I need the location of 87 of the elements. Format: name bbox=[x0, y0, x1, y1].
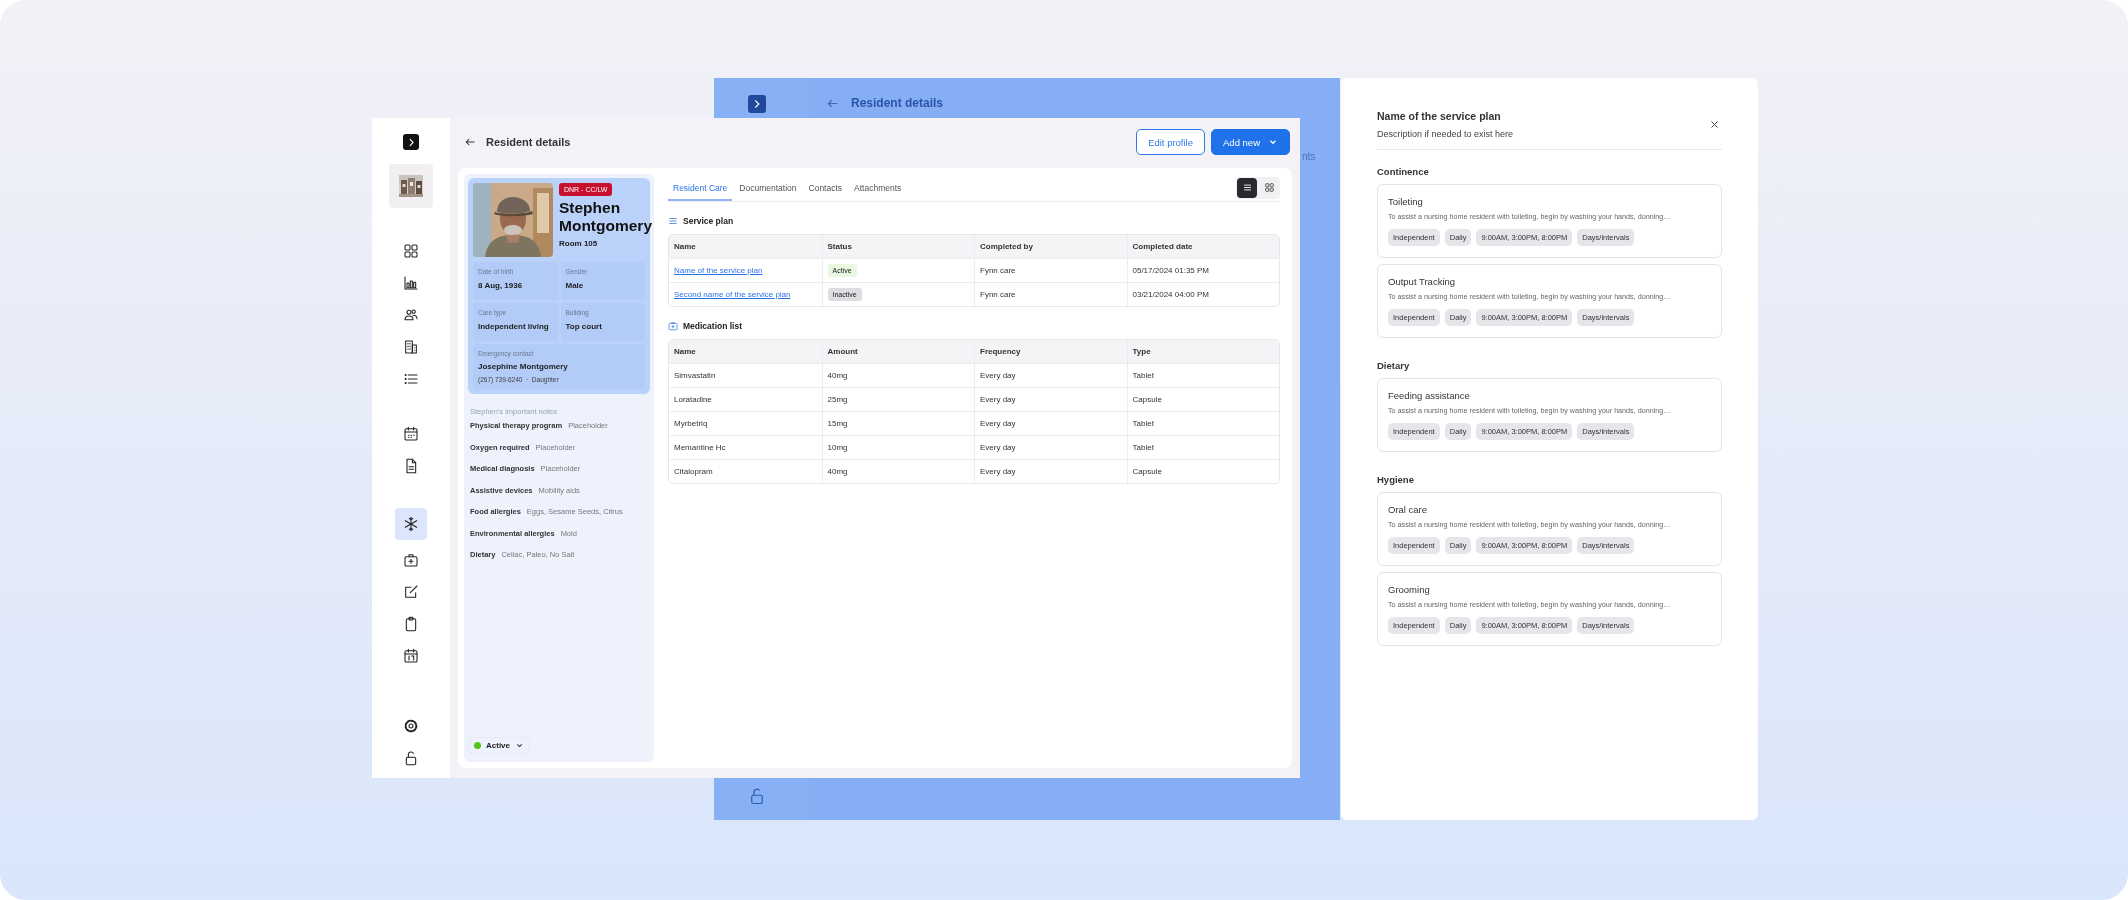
field-value: 8 Aug, 1936 bbox=[478, 281, 524, 290]
clipboard-icon bbox=[403, 615, 419, 632]
section-title: Dietary bbox=[1377, 360, 1411, 371]
caret-icon bbox=[515, 741, 524, 750]
panel-title: Name of the service plan bbox=[1377, 110, 1502, 122]
list-icon bbox=[668, 216, 678, 226]
table-cell: Tablet bbox=[1126, 364, 1279, 387]
document-icon bbox=[403, 457, 419, 474]
panel-description: Description if needed to exist here bbox=[1377, 129, 1514, 139]
service-plan-link[interactable]: Name of the service plan bbox=[674, 266, 763, 275]
close-icon bbox=[1710, 120, 1719, 129]
table-cell-text: Memantine Hc bbox=[673, 442, 727, 454]
column-header: Frequency bbox=[974, 340, 1127, 363]
column-header: Amount bbox=[821, 340, 974, 363]
medkit-icon bbox=[668, 321, 678, 331]
table-cell-text: Loratadine bbox=[673, 394, 713, 406]
table-cell: Every day bbox=[974, 364, 1127, 387]
column-header: Name bbox=[673, 241, 697, 253]
tab[interactable]: Contacts bbox=[803, 174, 848, 201]
field-value: Top court bbox=[565, 322, 603, 331]
column-header: Completed by bbox=[974, 235, 1127, 258]
column-header: Status bbox=[821, 235, 974, 258]
table-cell-text: Citalopram bbox=[673, 466, 714, 478]
table-cell: 15mg bbox=[821, 412, 974, 435]
section-title: Hygiene bbox=[1377, 474, 1415, 485]
table-cell: Every day bbox=[974, 436, 1127, 459]
table-cell-text: Myrbetriq bbox=[673, 418, 709, 430]
table-cell: Fynn care bbox=[974, 283, 1127, 306]
table-cell: 40mg bbox=[821, 460, 974, 483]
back-arrow-icon[interactable] bbox=[464, 136, 476, 148]
field-value: Male bbox=[565, 281, 585, 290]
page-title: Resident details bbox=[486, 136, 571, 148]
tab[interactable]: Attachments bbox=[849, 174, 907, 201]
table-cell: Fynn care bbox=[974, 259, 1127, 282]
grid-icon bbox=[403, 242, 419, 259]
facility-thumbnail[interactable] bbox=[389, 164, 433, 208]
task-title: Oral care bbox=[1388, 504, 1429, 515]
table-cell: Every day bbox=[974, 412, 1127, 435]
unlock-icon[interactable] bbox=[748, 786, 766, 806]
section-title: Medication list bbox=[683, 321, 743, 331]
section-title: Service plan bbox=[683, 216, 734, 226]
column-header: Type bbox=[1126, 340, 1279, 363]
medkit-icon bbox=[403, 551, 419, 568]
calendar-icon bbox=[403, 425, 419, 442]
unlock-icon bbox=[403, 749, 419, 766]
snowflake-icon bbox=[403, 516, 419, 532]
table-cell: 40mg bbox=[821, 364, 974, 387]
tab[interactable]: Resident Care bbox=[668, 174, 733, 201]
table-cell: Capsule bbox=[1126, 460, 1279, 483]
building-icon bbox=[403, 338, 419, 355]
column-header: Completed date bbox=[1126, 235, 1279, 258]
expand-icon[interactable] bbox=[403, 134, 419, 150]
section-title: Continence bbox=[1377, 166, 1430, 177]
contact-name: Josephine Montgomery bbox=[478, 362, 569, 371]
people-icon bbox=[403, 306, 419, 323]
field-value: Independent living bbox=[478, 322, 550, 331]
status-dropdown[interactable]: Active bbox=[468, 737, 530, 754]
add-new-button[interactable]: Add new bbox=[1211, 129, 1290, 155]
room-number: Room 105 bbox=[559, 238, 598, 248]
task-title: Grooming bbox=[1388, 584, 1431, 595]
edit-icon bbox=[403, 583, 419, 600]
column-header: Name bbox=[673, 346, 697, 358]
list-icon bbox=[1241, 182, 1253, 193]
task-title: Toileting bbox=[1388, 196, 1424, 207]
tab-label: nts bbox=[1302, 151, 1316, 162]
table-cell: Every day bbox=[974, 388, 1127, 411]
table-cell: 05/17/2024 01:35 PM bbox=[1126, 259, 1279, 282]
task-title: Output Tracking bbox=[1388, 276, 1457, 287]
chart-icon bbox=[403, 274, 419, 291]
grid-icon bbox=[1263, 182, 1275, 193]
page-title: Resident details bbox=[851, 96, 944, 110]
service-plan-link[interactable]: Second name of the service plan bbox=[674, 290, 791, 299]
calendar-date-icon bbox=[403, 647, 419, 664]
table-cell: Capsule bbox=[1126, 388, 1279, 411]
edit-profile-button[interactable]: Edit profile bbox=[1136, 129, 1205, 155]
table-cell: Tablet bbox=[1126, 436, 1279, 459]
tab[interactable]: Documentation bbox=[734, 174, 802, 201]
table-cell: Tablet bbox=[1126, 412, 1279, 435]
sidebar-item[interactable] bbox=[395, 508, 427, 540]
table-cell: Every day bbox=[974, 460, 1127, 483]
resident-name: Stephen Montgomery bbox=[559, 199, 652, 235]
table-cell-text: Simvastatin bbox=[673, 370, 717, 382]
table-cell: 25mg bbox=[821, 388, 974, 411]
task-title: Feeding assistance bbox=[1388, 390, 1471, 401]
table-cell: 03/21/2024 04:00 PM bbox=[1126, 283, 1279, 306]
list-view-button[interactable] bbox=[1237, 177, 1257, 198]
table-cell: 10mg bbox=[821, 436, 974, 459]
